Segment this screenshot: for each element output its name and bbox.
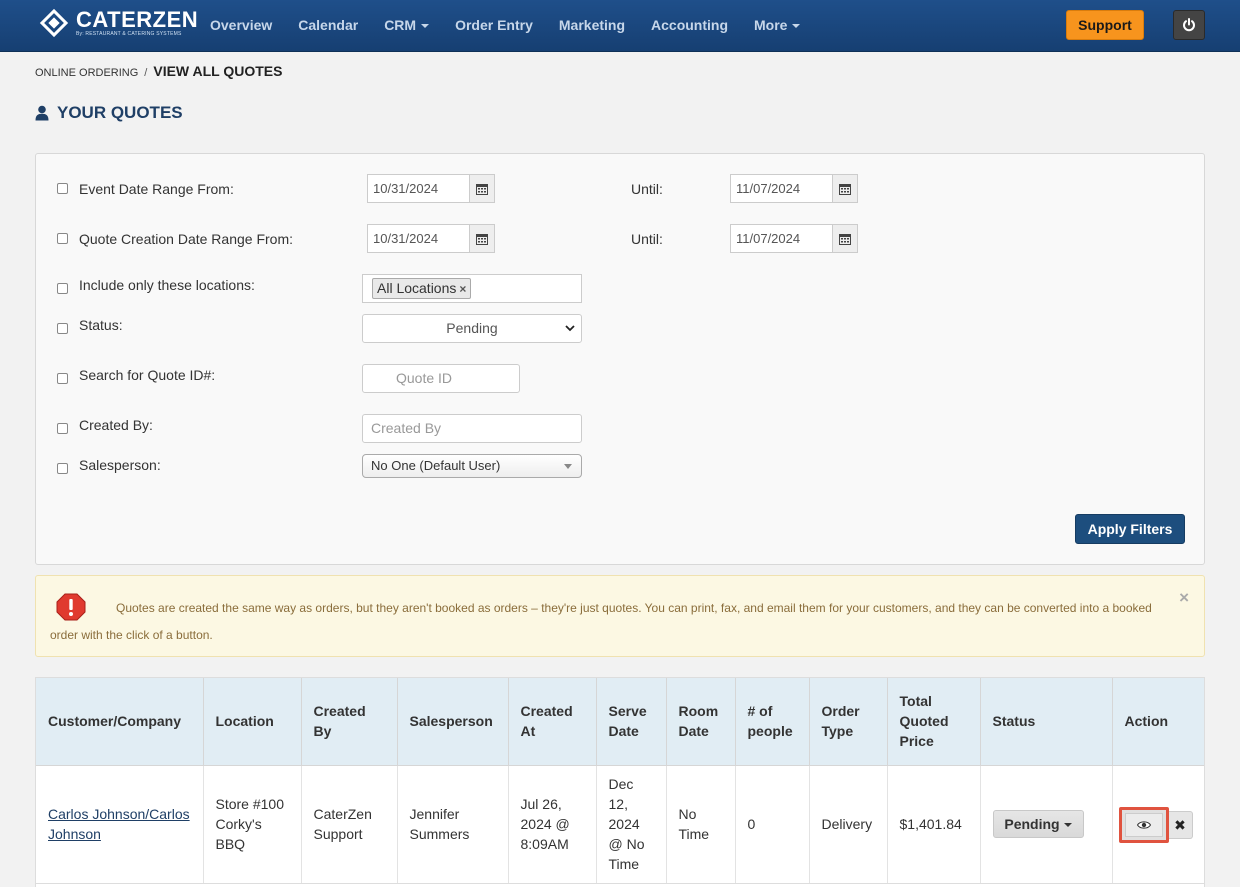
created-by-checkbox[interactable] <box>57 423 68 434</box>
breadcrumb-separator: / <box>144 67 148 79</box>
creation-date-label: Quote Creation Date Range From: <box>79 231 293 247</box>
creation-date-until-label: Until: <box>631 231 663 247</box>
event-date-until-field[interactable]: 11/07/2024 <box>730 174 858 203</box>
column-header[interactable]: Salesperson <box>397 678 509 766</box>
calendar-icon[interactable] <box>832 224 858 253</box>
quote-id-label: Search for Quote ID#: <box>79 367 216 383</box>
nav-marketing[interactable]: Marketing <box>559 0 625 50</box>
status-checkbox[interactable] <box>57 323 68 334</box>
column-header[interactable]: Location <box>203 678 302 766</box>
created-by-cell: CaterZen Support <box>301 765 398 884</box>
locations-checkbox[interactable] <box>57 283 68 294</box>
logo-text: CATERZEN <box>76 6 199 32</box>
created-by-label: Created By: <box>79 417 153 433</box>
chevron-down-icon <box>421 24 430 29</box>
logout-button[interactable] <box>1173 10 1205 40</box>
status-cell: Pending <box>980 765 1113 884</box>
page-title: YOUR QUOTES <box>35 103 183 123</box>
calendar-icon[interactable] <box>469 224 495 253</box>
order-type-cell: Delivery <box>809 765 888 884</box>
nav-order-entry[interactable]: Order Entry <box>455 0 533 50</box>
salesperson-label: Salesperson: <box>79 457 161 473</box>
calendar-icon[interactable] <box>832 174 858 203</box>
nav-calendar[interactable]: Calendar <box>298 0 358 50</box>
salesperson-cell: Jennifer Summers <box>397 765 509 884</box>
nav-accounting[interactable]: Accounting <box>651 0 728 50</box>
main-nav: Overview Calendar CRM Order Entry Market… <box>210 0 826 50</box>
logo-icon <box>39 8 69 38</box>
breadcrumb-current: VIEW ALL QUOTES <box>153 63 283 79</box>
eye-icon <box>1136 820 1151 829</box>
nav-more[interactable]: More <box>754 0 801 50</box>
customer-cell: Carlos Johnson/Carlos Johnson <box>36 765 204 884</box>
breadcrumb-online-ordering[interactable]: ONLINE ORDERING <box>35 67 138 79</box>
column-header[interactable]: Created At <box>508 678 597 766</box>
filter-panel: Event Date Range From: 10/31/2024 Until:… <box>35 153 1205 565</box>
event-date-checkbox[interactable] <box>57 183 68 194</box>
column-header[interactable]: Order Type <box>809 678 888 766</box>
chevron-down-icon <box>564 464 572 469</box>
salesperson-select[interactable]: No One (Default User) <box>362 454 582 478</box>
quotes-table: Customer/Company Location Created By Sal… <box>35 677 1205 887</box>
remove-tag-icon[interactable]: × <box>459 282 466 296</box>
chevron-down-icon <box>792 24 801 29</box>
nav-crm[interactable]: CRM <box>384 0 430 50</box>
salesperson-checkbox[interactable] <box>57 463 68 474</box>
total-price-cell: $1,401.84 <box>887 765 981 884</box>
room-date-cell: No Time <box>666 765 736 884</box>
table-row: Carlos Johnson/Carlos Johnson Store #100… <box>36 765 1204 884</box>
user-icon <box>35 105 49 121</box>
support-button[interactable]: Support <box>1066 10 1144 40</box>
status-select[interactable]: Pending <box>362 314 582 343</box>
column-header[interactable]: Customer/Company <box>36 678 204 766</box>
column-header[interactable]: Status <box>980 678 1113 766</box>
column-header[interactable]: # of people <box>735 678 810 766</box>
created-by-input[interactable]: Created By <box>362 414 582 443</box>
location-cell: Store #100 Corky's BBQ <box>203 765 302 884</box>
column-header[interactable]: Room Date <box>666 678 736 766</box>
creation-date-checkbox[interactable] <box>57 233 68 244</box>
event-date-from-field[interactable]: 10/31/2024 <box>367 174 495 203</box>
status-dropdown-button[interactable]: Pending <box>992 810 1084 838</box>
created-at-cell: Jul 26, 2024 @ 8:09AM <box>508 765 597 884</box>
top-navbar: CATERZEN By: RESTAURANT & CATERING SYSTE… <box>0 0 1240 52</box>
locations-multiselect[interactable]: All Locations × <box>362 274 582 303</box>
location-tag: All Locations × <box>372 278 472 299</box>
quote-id-input[interactable]: Quote ID <box>362 364 520 393</box>
serve-date-cell: Dec 12, 2024 @ No Time <box>596 765 667 884</box>
creation-date-until-field[interactable]: 11/07/2024 <box>730 224 858 253</box>
event-date-until-label: Until: <box>631 181 663 197</box>
event-date-label: Event Date Range From: <box>79 181 234 197</box>
chevron-down-icon <box>565 315 575 342</box>
alert-message: Quotes are created the same way as order… <box>50 601 1152 642</box>
power-icon <box>1183 18 1195 32</box>
status-label: Status: <box>79 317 123 333</box>
locations-label: Include only these locations: <box>79 277 255 293</box>
creation-date-from-field[interactable]: 10/31/2024 <box>367 224 495 253</box>
info-alert: Quotes are created the same way as order… <box>35 575 1205 657</box>
caterzen-logo[interactable]: CATERZEN By: RESTAURANT & CATERING SYSTE… <box>39 6 199 38</box>
nav-overview[interactable]: Overview <box>210 0 272 50</box>
close-icon[interactable]: × <box>1179 588 1189 608</box>
table-header-row: Customer/Company Location Created By Sal… <box>36 678 1204 766</box>
logo-tagline: By: RESTAURANT & CATERING SYSTEMS <box>76 30 182 37</box>
people-cell: 0 <box>735 765 810 884</box>
quote-id-checkbox[interactable] <box>57 373 68 384</box>
view-quote-button[interactable] <box>1118 806 1169 843</box>
breadcrumb: ONLINE ORDERING / VIEW ALL QUOTES <box>35 63 282 79</box>
calendar-icon[interactable] <box>469 174 495 203</box>
column-header[interactable]: Serve Date <box>596 678 667 766</box>
action-cell: ✖ <box>1112 765 1204 884</box>
column-header[interactable]: Created By <box>301 678 398 766</box>
delete-quote-button[interactable]: ✖ <box>1168 810 1193 839</box>
column-header: Action <box>1112 678 1204 766</box>
apply-filters-button[interactable]: Apply Filters <box>1075 514 1185 544</box>
chevron-down-icon <box>1063 823 1072 828</box>
column-header[interactable]: Total Quoted Price <box>887 678 981 766</box>
customer-link[interactable]: Carlos Johnson/Carlos Johnson <box>48 806 190 842</box>
